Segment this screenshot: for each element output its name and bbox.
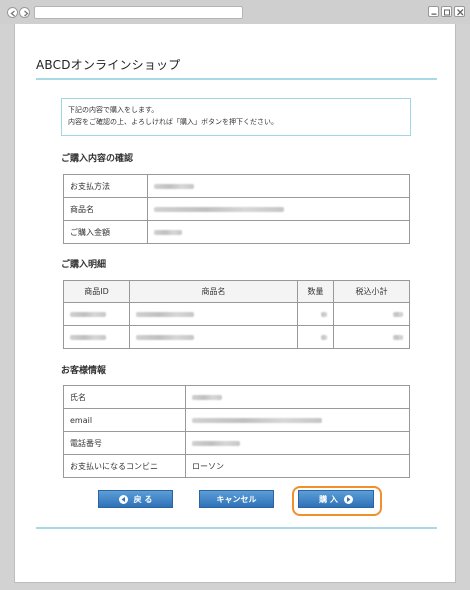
column-header: 数量 [297,280,334,303]
address-bar[interactable] [34,6,243,19]
payment-method-value [147,174,410,198]
table-row: お支払いになるコンビニ ローソン [63,454,410,478]
back-button-label: 戻 る [133,494,153,504]
email-value [185,408,410,432]
cancel-button-label: キャンセル [216,494,257,504]
table-row: ご購入金額 [63,220,410,244]
table-row [63,325,410,349]
arrow-right-icon[interactable] [19,7,30,18]
column-header: 商品名 [129,280,298,303]
email-label: email [63,408,186,432]
detail-table: 商品ID 商品名 数量 税込小計 [63,280,410,349]
quantity-cell [297,325,334,349]
table-header-row: 商品ID 商品名 数量 税込小計 [63,280,410,303]
arrow-left-icon [118,494,128,504]
notice-line: 内容をご確認の上、よろしければ「購入」ボタンを押下ください。 [68,118,278,126]
quantity-cell [297,302,334,326]
name-value [185,385,410,409]
browser-titlebar [0,0,470,24]
header-divider [36,78,437,80]
product-id-cell [63,325,130,349]
column-header: 税込小計 [333,280,410,303]
back-button[interactable]: 戻 る [98,490,173,508]
column-header: 商品ID [63,280,130,303]
arrow-left-icon[interactable] [7,7,18,18]
product-name-label: 商品名 [63,197,148,221]
purchase-button-highlight [292,486,382,516]
page-content: ABCDオンラインショップ 下記の内容で購入をします。 内容をご確認の上、よろし… [14,24,456,583]
notice-line: 下記の内容で購入をします。 [68,106,159,114]
confirm-heading: ご購入内容の確認 [61,154,134,164]
footer-divider [36,527,437,529]
product-name-value [147,197,410,221]
minimize-icon[interactable] [428,6,439,17]
product-name-cell [129,302,298,326]
table-row: 電話番号 [63,431,410,455]
confirm-table: お支払方法 商品名 ご購入金額 [63,174,410,244]
product-id-cell [63,302,130,326]
table-row: email [63,408,410,432]
table-row [63,302,410,326]
product-name-cell [129,325,298,349]
customer-table: 氏名 email 電話番号 お支払いになるコンビニ ローソン [63,385,410,478]
table-row: 商品名 [63,197,410,221]
detail-heading: ご購入明細 [61,260,107,270]
phone-label: 電話番号 [63,431,186,455]
table-row: お支払方法 [63,174,410,198]
payment-method-label: お支払方法 [63,174,148,198]
subtotal-cell [333,302,410,326]
customer-heading: お客様情報 [61,366,107,376]
notice-box: 下記の内容で購入をします。 内容をご確認の上、よろしければ「購入」ボタンを押下く… [61,98,411,136]
cancel-button[interactable]: キャンセル [199,490,274,508]
purchase-amount-label: ご購入金額 [63,220,148,244]
close-icon[interactable] [454,6,465,17]
convenience-store-label: お支払いになるコンビニ [63,454,186,478]
table-row: 氏名 [63,385,410,409]
subtotal-cell [333,325,410,349]
purchase-amount-value [147,220,410,244]
restore-icon[interactable] [441,6,452,17]
convenience-store-value: ローソン [185,454,410,478]
shop-title: ABCDオンラインショップ [36,58,181,72]
name-label: 氏名 [63,385,186,409]
phone-value [185,431,410,455]
